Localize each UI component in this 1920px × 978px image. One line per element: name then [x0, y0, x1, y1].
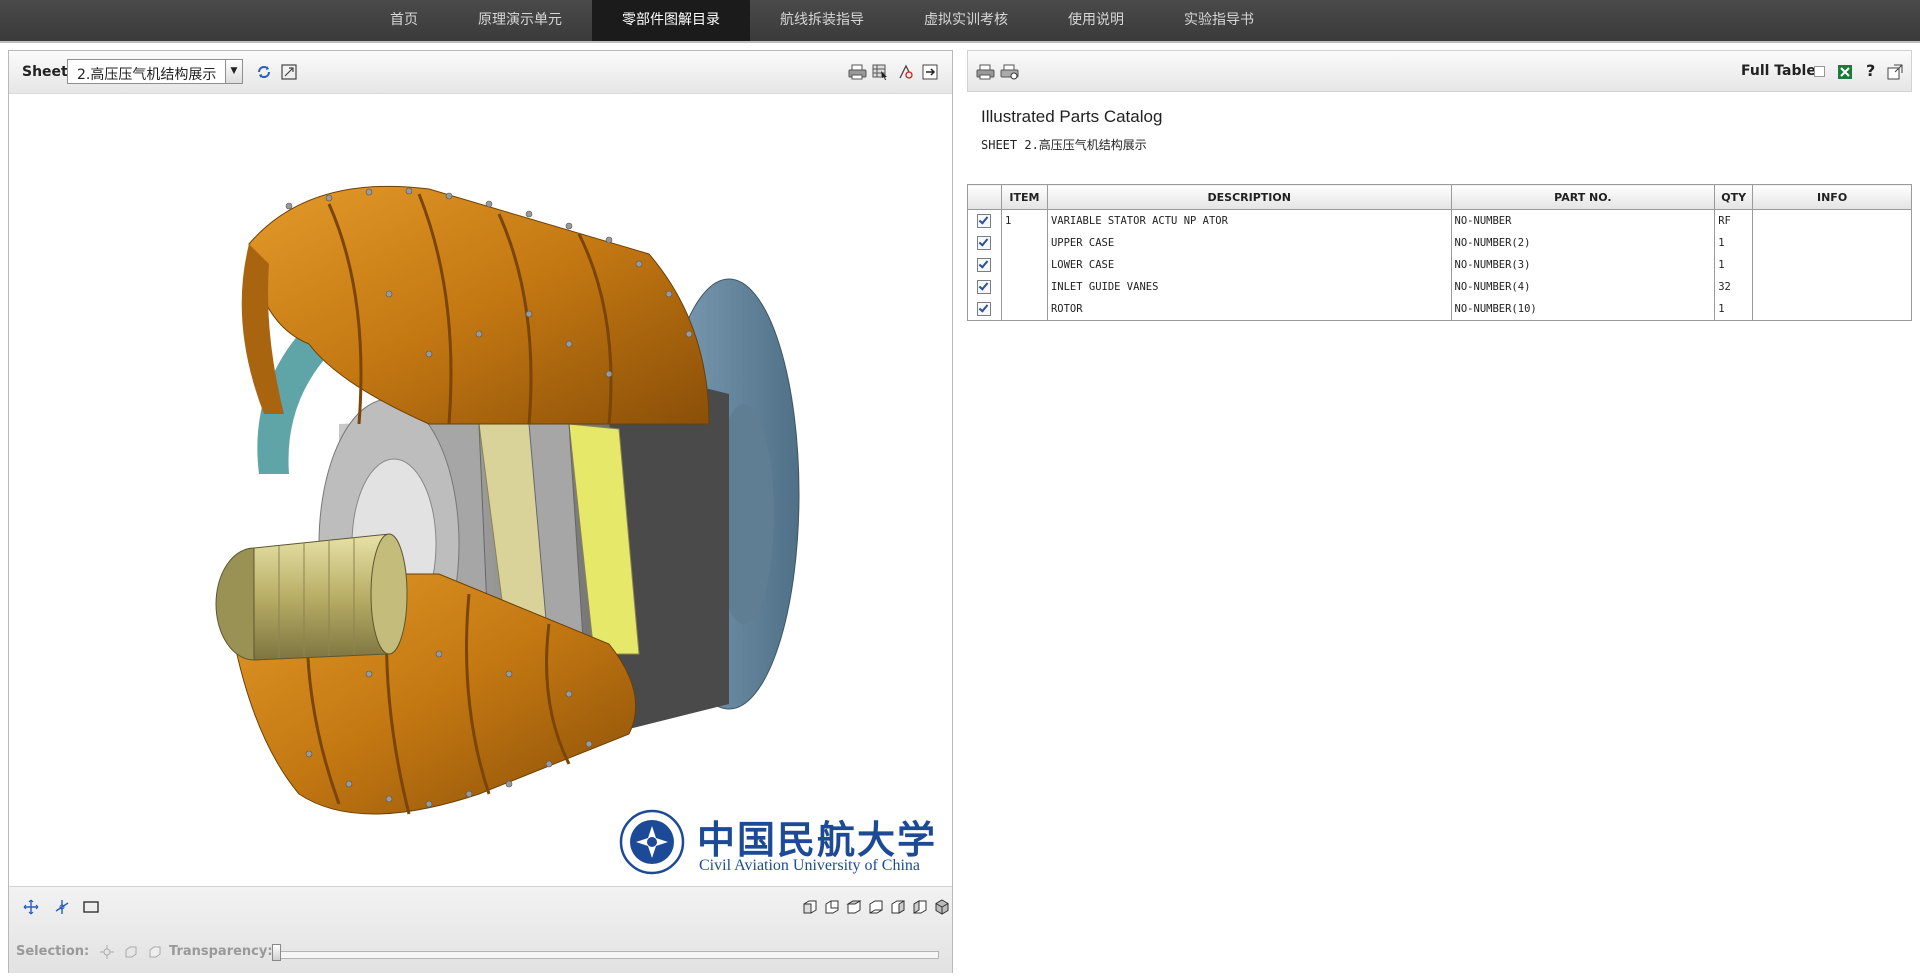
nav-item-parts-catalog[interactable]: 零部件图解目录 [592, 0, 750, 41]
rotate-icon[interactable] [53, 898, 71, 916]
parts-catalog-panel: Full Table ? Illustrated Parts Catalog S… [967, 50, 1912, 971]
cell-info [1752, 298, 1912, 321]
select-all-icon[interactable] [98, 943, 114, 959]
model-viewer-panel: Sheet 2.高压压气机结构展示 ▼ 中国民航大学 Civil Aviatio… [8, 50, 953, 973]
nav-items: 首页 原理演示单元 零部件图解目录 航线拆装指导 虚拟实训考核 使用说明 实验指… [360, 0, 1284, 41]
cell-item [1000, 276, 1048, 298]
nav-item-home[interactable]: 首页 [360, 0, 448, 41]
select-table-icon[interactable] [871, 63, 889, 81]
cell-item [1000, 254, 1048, 276]
logo-english-name: Civil Aviation University of China [699, 857, 921, 874]
transparency-slider-track[interactable] [272, 951, 939, 959]
row-checkbox[interactable] [977, 258, 992, 272]
cell-item [1000, 232, 1048, 254]
print-icon[interactable] [975, 63, 997, 81]
cell-part-no: NO-NUMBER(3) [1450, 254, 1716, 276]
column-header-item[interactable]: ITEM [1000, 184, 1048, 210]
column-header-part-no[interactable]: PART NO. [1450, 184, 1716, 210]
sheet-select-value: 2.高压压气机结构展示 [77, 67, 217, 83]
cell-part-no: NO-NUMBER(4) [1450, 276, 1716, 298]
cell-description: ROTOR [1046, 298, 1452, 321]
logo-chinese-name: 中国民航大学 [697, 817, 938, 862]
viewer-toolbar: Sheet 2.高压压气机结构展示 ▼ [9, 51, 952, 94]
university-logo: 中国民航大学 Civil Aviation University of Chin… [619, 809, 935, 879]
full-table-checkbox[interactable] [1814, 66, 1825, 77]
table-row[interactable]: INLET GUIDE VANES NO-NUMBER(4) 32 [967, 276, 1912, 298]
sheet-label: Sheet [22, 64, 68, 80]
cell-qty: 1 [1714, 298, 1754, 321]
cell-description: VARIABLE STATOR ACTU NP ATOR [1046, 209, 1452, 232]
view-iso-icon[interactable] [933, 898, 951, 916]
refresh-icon[interactable] [255, 63, 273, 81]
exit-icon[interactable] [921, 63, 939, 81]
nav-item-user-guide[interactable]: 使用说明 [1038, 0, 1154, 41]
cell-description: LOWER CASE [1046, 254, 1452, 276]
nav-item-lab-manual[interactable]: 实验指导书 [1154, 0, 1284, 41]
table-row[interactable]: 1 VARIABLE STATOR ACTU NP ATOR NO-NUMBER… [967, 209, 1912, 232]
column-header-select [967, 184, 1002, 210]
viewer-bottom-bar: Selection: Transparency: [9, 886, 952, 973]
print-icon[interactable] [847, 63, 869, 81]
column-header-description[interactable]: DESCRIPTION [1046, 184, 1452, 210]
cell-item [1000, 298, 1048, 321]
view-bottom-icon[interactable] [867, 898, 885, 916]
cell-qty: 1 [1714, 232, 1754, 254]
cell-info [1752, 232, 1912, 254]
sheet-select[interactable]: 2.高压压气机结构展示 ▼ [67, 59, 243, 84]
nav-item-line-maintenance[interactable]: 航线拆装指导 [750, 0, 894, 41]
cell-qty: RF [1714, 209, 1754, 232]
row-checkbox[interactable] [977, 236, 992, 250]
full-table-label: Full Table [1741, 63, 1816, 79]
isolate-selection-icon[interactable] [146, 943, 162, 959]
chevron-down-icon[interactable]: ▼ [225, 60, 242, 83]
transparency-label: Transparency: [169, 944, 273, 959]
cell-description: UPPER CASE [1046, 232, 1452, 254]
cell-part-no: NO-NUMBER(10) [1450, 298, 1716, 321]
catalog-title: Illustrated Parts Catalog [981, 107, 1163, 126]
cell-info [1752, 209, 1912, 232]
model-viewport[interactable]: 中国民航大学 Civil Aviation University of Chin… [9, 94, 952, 886]
catalog-sheet-line: SHEET 2.高压压气机结构展示 [981, 138, 1147, 152]
cell-qty: 1 [1714, 254, 1754, 276]
view-top-icon[interactable] [845, 898, 863, 916]
compressor-model-image [215, 185, 800, 815]
cell-part-no: NO-NUMBER(2) [1450, 232, 1716, 254]
table-row[interactable]: LOWER CASE NO-NUMBER(3) 1 [967, 254, 1912, 276]
detach-window-icon[interactable] [1886, 63, 1904, 81]
table-header-row: ITEM DESCRIPTION PART NO. QTY INFO [967, 184, 1912, 210]
excel-export-icon[interactable] [1836, 63, 1854, 81]
table-row[interactable]: ROTOR NO-NUMBER(10) 1 [967, 298, 1912, 321]
cell-item: 1 [1000, 209, 1048, 232]
view-left-icon[interactable] [889, 898, 907, 916]
nav-item-virtual-exam[interactable]: 虚拟实训考核 [894, 0, 1038, 41]
column-header-info[interactable]: INFO [1752, 184, 1912, 210]
row-checkbox[interactable] [977, 302, 992, 316]
measure-icon[interactable] [897, 63, 915, 81]
row-checkbox[interactable] [977, 214, 992, 228]
cell-info [1752, 276, 1912, 298]
view-right-icon[interactable] [911, 898, 929, 916]
nav-item-principle-demo[interactable]: 原理演示单元 [448, 0, 592, 41]
cell-qty: 32 [1714, 276, 1754, 298]
hide-selection-icon[interactable] [122, 943, 138, 959]
cell-info [1752, 254, 1912, 276]
row-checkbox[interactable] [977, 280, 992, 294]
view-back-icon[interactable] [823, 898, 841, 916]
help-icon[interactable]: ? [1866, 61, 1875, 80]
cell-part-no: NO-NUMBER [1450, 209, 1716, 232]
cell-description: INLET GUIDE VANES [1046, 276, 1452, 298]
view-front-icon[interactable] [801, 898, 819, 916]
top-navigation: 首页 原理演示单元 零部件图解目录 航线拆装指导 虚拟实训考核 使用说明 实验指… [0, 0, 1920, 43]
transparency-slider-handle[interactable] [272, 944, 281, 961]
selection-label: Selection: [16, 944, 90, 959]
parts-table: ITEM DESCRIPTION PART NO. QTY INFO 1 VAR… [967, 184, 1912, 321]
pan-icon[interactable] [22, 898, 40, 916]
catalog-toolbar: Full Table ? [967, 50, 1912, 92]
zoom-box-icon[interactable] [82, 898, 100, 916]
fit-view-icon[interactable] [280, 63, 298, 81]
table-row[interactable]: UPPER CASE NO-NUMBER(2) 1 [967, 232, 1912, 254]
column-header-qty[interactable]: QTY [1714, 184, 1754, 210]
print-preview-icon[interactable] [999, 63, 1021, 81]
university-seal-icon [619, 809, 685, 875]
